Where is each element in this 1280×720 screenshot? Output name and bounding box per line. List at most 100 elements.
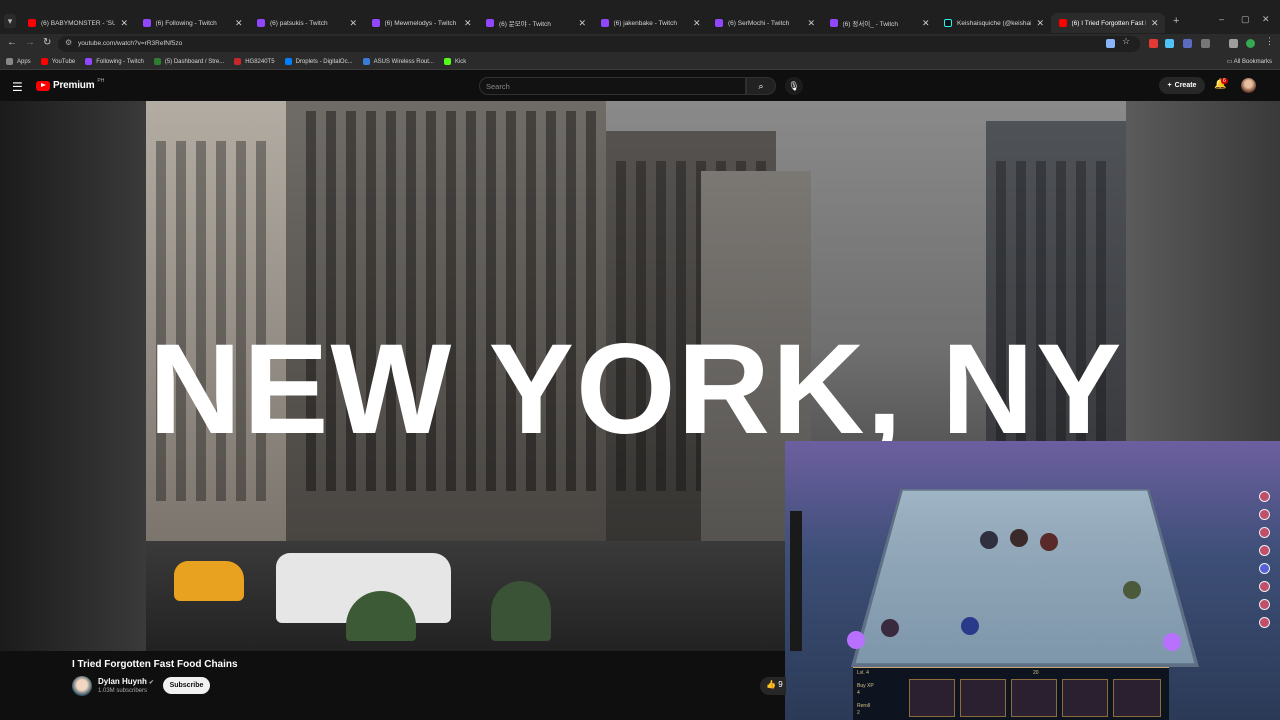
browser-tab[interactable]: (6) SerMochi - Twitch ✕ [707,13,821,33]
player-portrait[interactable] [1259,581,1270,592]
player-portrait[interactable] [1259,491,1270,502]
twitch-favicon-icon [142,19,151,27]
bookmark-item[interactable]: HG8240T5 [234,58,275,65]
forward-icon[interactable]: → [25,37,35,48]
address-url[interactable]: youtube.com/watch?v=rR3RefNf5zo [78,40,182,47]
tab-title: (6) jakenbake - Twitch [613,19,677,27]
bookmark-item[interactable]: Droplets - DigitalOc... [284,58,353,65]
tab-close-icon[interactable]: ✕ [807,18,815,29]
browser-tab[interactable]: (6) Following - Twitch ✕ [135,13,249,33]
like-button[interactable]: 👍 9 [760,677,786,695]
search-input[interactable]: Search [479,77,746,95]
channel-avatar[interactable] [72,676,92,696]
tab-close-icon[interactable]: ✕ [693,18,701,29]
bookmark-item[interactable]: ASUS Wireless Rout... [362,58,434,65]
player-portrait[interactable] [1259,617,1270,628]
game-player-list [1225,486,1273,646]
player-portrait[interactable] [1259,509,1270,520]
menu-kebab-icon[interactable]: ⋮ [1265,36,1274,46]
profile-icon[interactable] [1246,39,1255,48]
tiktok-favicon-icon [944,19,952,27]
extension-red-icon[interactable] [1149,39,1158,48]
bookmark-item[interactable]: YouTube [40,58,75,65]
site-info-icon[interactable]: ⚙ [65,38,72,47]
channel-name-row[interactable]: Dylan Huynh ✔ [98,677,154,686]
minimize-icon[interactable]: – [1219,14,1224,24]
tab-close-icon[interactable]: ✕ [1036,18,1044,29]
subscribe-button[interactable]: Subscribe [163,677,210,694]
router-icon [234,58,242,65]
browser-tab[interactable]: (6) patsukis - Twitch ✕ [249,13,363,33]
extension-indigo-icon[interactable] [1183,39,1192,48]
extensions-puzzle-icon[interactable] [1201,39,1210,48]
cast-icon[interactable] [1106,39,1115,48]
address-bar[interactable]: ⚙ youtube.com/watch?v=rR3RefNf5zo [58,36,1140,52]
game-unit [980,531,998,549]
game-left-trait-bar [790,511,802,651]
shop-card[interactable] [1011,679,1057,717]
verified-check-icon: ✔ [148,680,154,686]
logo-region: PH [97,77,105,84]
tab-close-icon[interactable]: ✕ [235,18,243,29]
tab-close-icon[interactable]: ✕ [464,18,472,29]
bookmark-item[interactable]: Apps [6,58,31,65]
tab-title: (6) 문모야 - Twitch [499,21,551,28]
shop-card[interactable] [1062,679,1108,717]
bookmark-item[interactable]: Kick [443,58,467,65]
bookmarks-bar: Apps YouTube Following - Twitch (5) Dashboa… [0,54,1280,70]
twitch-favicon-icon [715,19,723,27]
close-window-icon[interactable]: ✕ [1262,14,1270,25]
reload-icon[interactable]: ↻ [43,37,51,48]
shop-card[interactable] [960,679,1006,717]
browser-tab[interactable]: (6) jakenbake - Twitch ✕ [593,13,707,33]
asus-icon [362,58,370,65]
browser-tab[interactable]: Keishaisquiche (@keishaisquic ✕ [936,13,1050,33]
tab-search-chevron-icon[interactable]: ▾ [4,14,16,28]
search-button[interactable]: ⌕ [746,77,776,95]
tab-close-icon[interactable]: ✕ [349,18,357,29]
sidebar-icon[interactable] [1229,39,1238,48]
channel-name[interactable]: Dylan Huynh [98,677,147,686]
bookmark-label: Kick [454,58,467,65]
tab-close-icon[interactable]: ✕ [922,18,930,29]
new-tab-button[interactable]: + [1173,15,1179,27]
player-portrait[interactable] [1259,563,1270,574]
bookmark-item[interactable]: Following - Twitch [85,58,144,65]
yellow-taxi [174,561,244,601]
youtube-premium-logo[interactable]: Premium PH [36,77,105,91]
hamburger-menu-icon[interactable]: ☰ [12,80,23,94]
shop-card[interactable] [909,679,955,717]
browser-tab[interactable]: (6) BABYMONSTER - 'SUPA DU ✕ [20,13,134,33]
thumbs-up-icon: 👍 [766,680,776,689]
browser-tab[interactable]: (6) I Tried Forgotten Fast F ✕ [1050,13,1165,33]
search-icon: ⌕ [758,81,764,91]
bookmark-item[interactable]: (5) Dashboard / Stre... [153,58,225,65]
picture-in-picture-game[interactable]: Lvl. 4 20 Buy XP 4 Reroll 2 [785,441,1280,720]
youtube-icon [40,58,48,65]
player-portrait[interactable] [1259,527,1270,538]
maximize-icon[interactable]: ▢ [1241,14,1250,25]
voice-search-button[interactable]: 🎙 [785,77,803,95]
browser-tab[interactable]: (6) Mewmelodys - Twitch ✕ [364,13,478,33]
game-board[interactable] [851,488,1199,667]
extension-blue-icon[interactable] [1165,39,1174,48]
account-avatar[interactable] [1241,78,1256,93]
player-portrait[interactable] [1259,545,1270,556]
shop-card[interactable] [1113,679,1161,717]
back-icon[interactable]: ← [7,37,17,48]
bookmark-star-icon[interactable]: ☆ [1122,36,1131,46]
game-unit [1123,581,1141,599]
all-bookmarks-label: All Bookmarks [1233,59,1272,65]
player-portrait[interactable] [1259,599,1270,610]
tab-close-icon[interactable]: ✕ [578,18,586,29]
browser-tab[interactable]: (6) 문모야 - Twitch ✕ [478,13,592,33]
tab-close-icon[interactable]: ✕ [1151,18,1159,29]
twitch-icon [85,58,93,65]
bookmark-label: (5) Dashboard / Stre... [164,58,225,65]
create-button[interactable]: + Create [1159,77,1205,94]
game-reroll-label[interactable]: Reroll [857,703,870,709]
game-buy-xp-label[interactable]: Buy XP [857,683,874,689]
all-bookmarks[interactable]: ▭ All Bookmarks [1227,58,1272,65]
tab-close-icon[interactable]: ✕ [120,18,128,29]
browser-tab[interactable]: (6) 정서이_ - Twitch ✕ [822,13,936,33]
